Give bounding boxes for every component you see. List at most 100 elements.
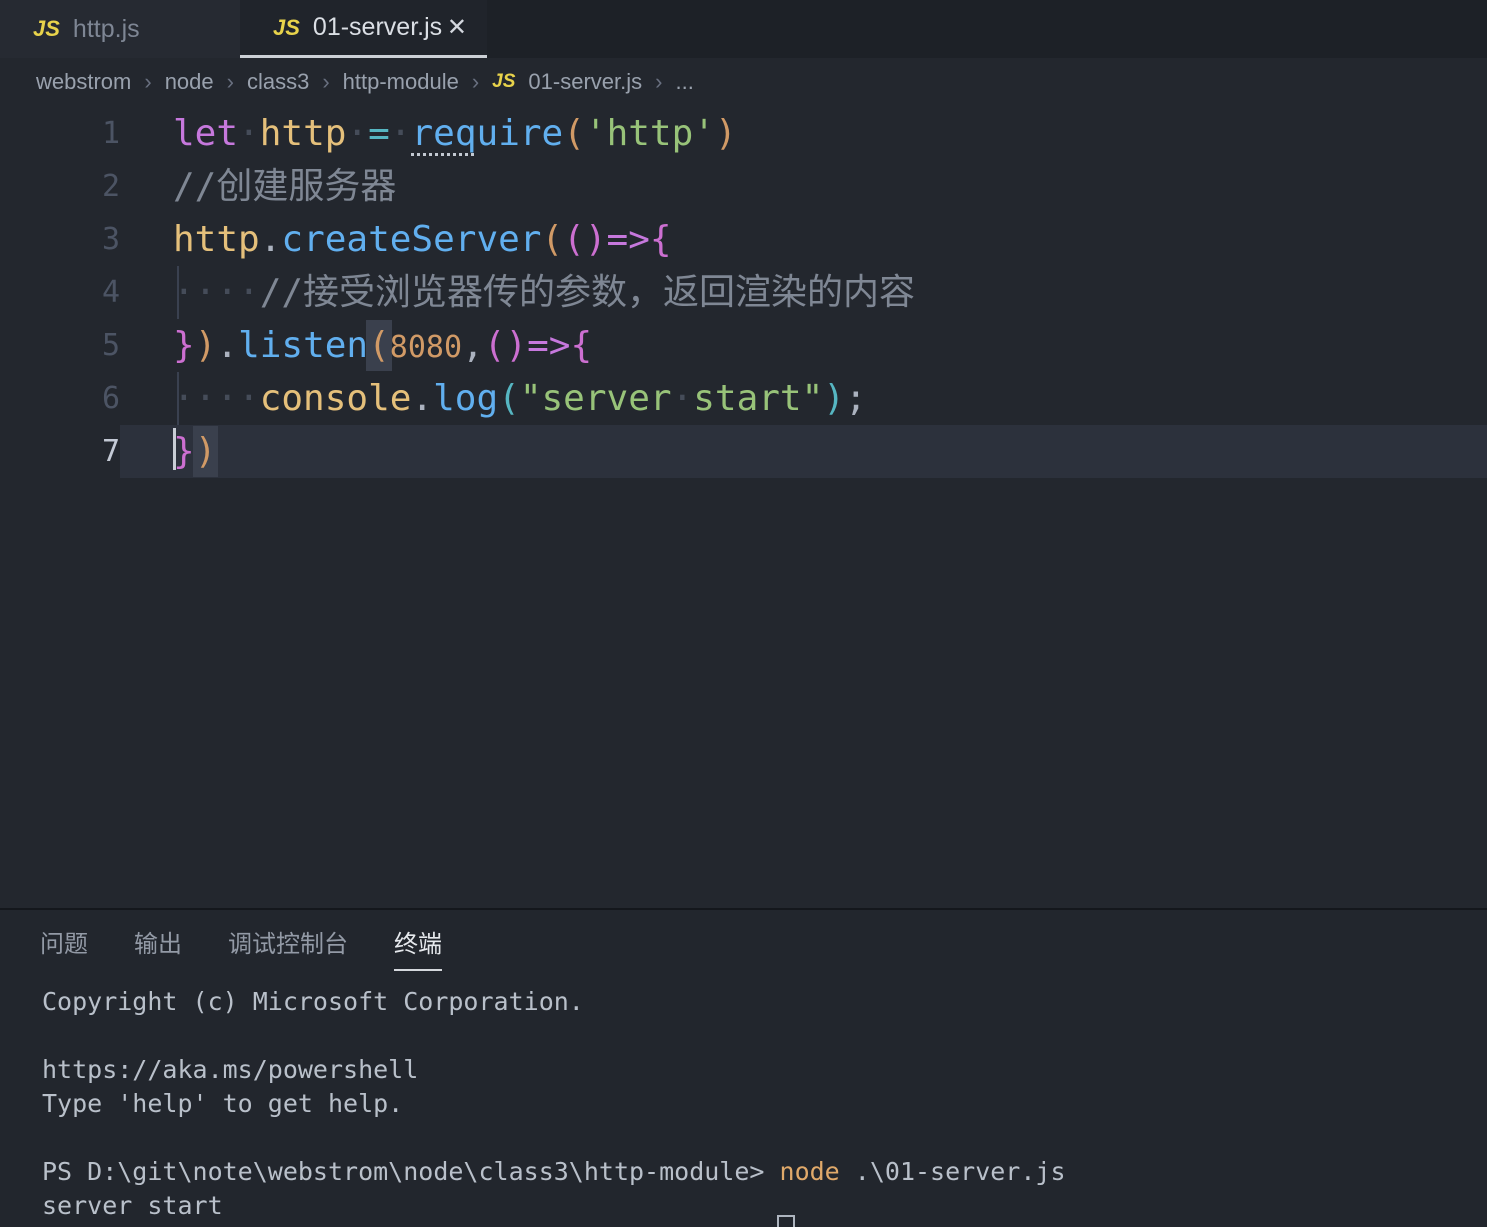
terminal-line: PS D:\git\note\webstrom\node\class3\http… — [42, 1155, 1487, 1189]
chevron-right-icon: › — [322, 69, 329, 95]
code-token: ) — [505, 325, 527, 366]
line-number[interactable]: 1 — [0, 107, 120, 160]
code-token: => — [527, 325, 570, 366]
terminal-output[interactable]: Copyright (c) Microsoft Corporation. htt… — [0, 974, 1487, 1223]
terminal-line: Type 'help' to get help. — [42, 1087, 1487, 1121]
line-number[interactable]: 5 — [0, 319, 120, 372]
code-token: //创建服务器 — [173, 166, 396, 207]
code-token: req — [411, 113, 476, 154]
code-line[interactable]: 7}) — [0, 425, 1487, 478]
breadcrumb-item[interactable]: class3 — [247, 69, 309, 95]
js-file-icon: JS — [273, 15, 300, 41]
terminal-line: server start — [42, 1189, 1487, 1223]
code-token: { — [650, 219, 672, 260]
code-token: 8080 — [390, 330, 462, 365]
code-token: . — [216, 325, 238, 366]
code-line[interactable]: 1let·http·=·require('http') — [0, 107, 1487, 160]
code-token: = — [368, 113, 390, 154]
chevron-right-icon: › — [144, 69, 151, 95]
breadcrumb-overflow[interactable]: ... — [675, 69, 693, 95]
code-line-text: http.createServer(()=>{ — [120, 213, 1487, 266]
code-token: console — [260, 378, 412, 419]
code-line[interactable]: 5}).listen(8080,()=>{ — [0, 319, 1487, 372]
terminal-line: https://aka.ms/powershell — [42, 1053, 1487, 1087]
indent-guide — [177, 372, 179, 425]
code-token: ···· — [173, 378, 260, 419]
code-token: ( — [563, 113, 585, 154]
code-token: createServer — [281, 219, 541, 260]
vscode-window: JS http.js JS 01-server.js ✕ webstrom › no… — [0, 0, 1487, 1227]
code-token: , — [462, 325, 484, 366]
terminal-text: server start — [42, 1191, 223, 1220]
tab-label: 01-server.js — [313, 13, 442, 42]
chevron-right-icon: › — [472, 69, 479, 95]
close-icon[interactable]: ✕ — [447, 13, 467, 42]
code-token: ( — [484, 325, 506, 366]
panel-tab-debug-console[interactable]: 调试控制台 — [228, 924, 348, 971]
bottom-panel: 问题输出调试控制台终端 Copyright (c) Microsoft Corp… — [0, 908, 1487, 1227]
code-token: ···· — [173, 272, 260, 313]
terminal-line — [42, 1121, 1487, 1155]
line-number[interactable]: 4 — [0, 266, 120, 319]
terminal-text: .\01-server.js — [840, 1157, 1066, 1186]
line-number[interactable]: 2 — [0, 160, 120, 213]
breadcrumb: webstrom › node › class3 › http-module › JS 01-se… — [0, 58, 1487, 105]
code-token: uire — [477, 113, 564, 154]
code-token: ; — [845, 378, 867, 419]
code-editor[interactable]: 1let·http·=·require('http')2//创建服务器3http… — [0, 105, 1487, 908]
code-token: · — [238, 113, 260, 154]
code-token: listen — [238, 325, 368, 366]
editor-tab-bar: JS http.js JS 01-server.js ✕ — [0, 0, 1487, 58]
code-token: ) — [195, 325, 217, 366]
code-line[interactable]: 3http.createServer(()=>{ — [0, 213, 1487, 266]
tab-label: http.js — [73, 15, 140, 44]
terminal-text: https://aka.ms/powershell — [42, 1055, 418, 1084]
breadcrumb-item[interactable]: webstrom — [36, 69, 131, 95]
code-token: · — [672, 378, 694, 419]
tab-http-js[interactable]: JS http.js — [0, 0, 240, 58]
code-token: { — [570, 325, 592, 366]
code-token: } — [173, 431, 195, 472]
panel-tab-problems[interactable]: 问题 — [40, 924, 88, 971]
breadcrumb-item[interactable]: node — [165, 69, 214, 95]
code-line-text: ····//接受浏览器传的参数，返回渲染的内容 — [120, 266, 1487, 319]
code-line[interactable]: 4····//接受浏览器传的参数，返回渲染的内容 — [0, 266, 1487, 319]
code-token: log — [433, 378, 498, 419]
panel-tab-bar: 问题输出调试控制台终端 — [0, 910, 1487, 974]
code-line-text: ····console.log("server·start"); — [120, 372, 1487, 425]
code-token: let — [173, 113, 238, 154]
terminal-line — [42, 1019, 1487, 1053]
chevron-right-icon: › — [655, 69, 662, 95]
code-token: //接受浏览器传的参数，返回渲染的内容 — [260, 272, 915, 313]
code-token: ( — [541, 219, 563, 260]
panel-tab-output[interactable]: 输出 — [134, 924, 182, 971]
code-token: ( — [366, 320, 392, 371]
terminal-cursor — [777, 1215, 795, 1227]
line-number[interactable]: 7 — [0, 425, 120, 478]
terminal-text: Copyright (c) Microsoft Corporation. — [42, 987, 584, 1016]
code-line[interactable]: 6····console.log("server·start"); — [0, 372, 1487, 425]
code-token: http — [260, 113, 347, 154]
code-token: "server — [520, 378, 672, 419]
code-token: http — [173, 219, 260, 260]
terminal-text: node — [780, 1157, 840, 1186]
line-number[interactable]: 3 — [0, 213, 120, 266]
code-token: . — [411, 378, 433, 419]
code-token: . — [260, 219, 282, 260]
code-line-text: //创建服务器 — [120, 160, 1487, 213]
breadcrumb-item[interactable]: http-module — [343, 69, 459, 95]
breadcrumb-item-file[interactable]: 01-server.js — [528, 69, 642, 95]
js-file-icon: JS — [492, 71, 515, 93]
code-token: 'http' — [585, 113, 715, 154]
line-number[interactable]: 6 — [0, 372, 120, 425]
indent-guide — [177, 266, 179, 319]
panel-tab-terminal[interactable]: 终端 — [394, 924, 442, 971]
tab-01-server-js[interactable]: JS 01-server.js ✕ — [240, 0, 487, 58]
terminal-line: Copyright (c) Microsoft Corporation. — [42, 985, 1487, 1019]
code-line-text: let·http·=·require('http') — [120, 107, 1487, 160]
code-line[interactable]: 2 //创建服务器 — [0, 160, 1487, 213]
chevron-right-icon: › — [227, 69, 234, 95]
code-line-text: }).listen(8080,()=>{ — [120, 319, 1487, 372]
code-token: ) — [715, 113, 737, 154]
code-token: ( — [563, 219, 585, 260]
